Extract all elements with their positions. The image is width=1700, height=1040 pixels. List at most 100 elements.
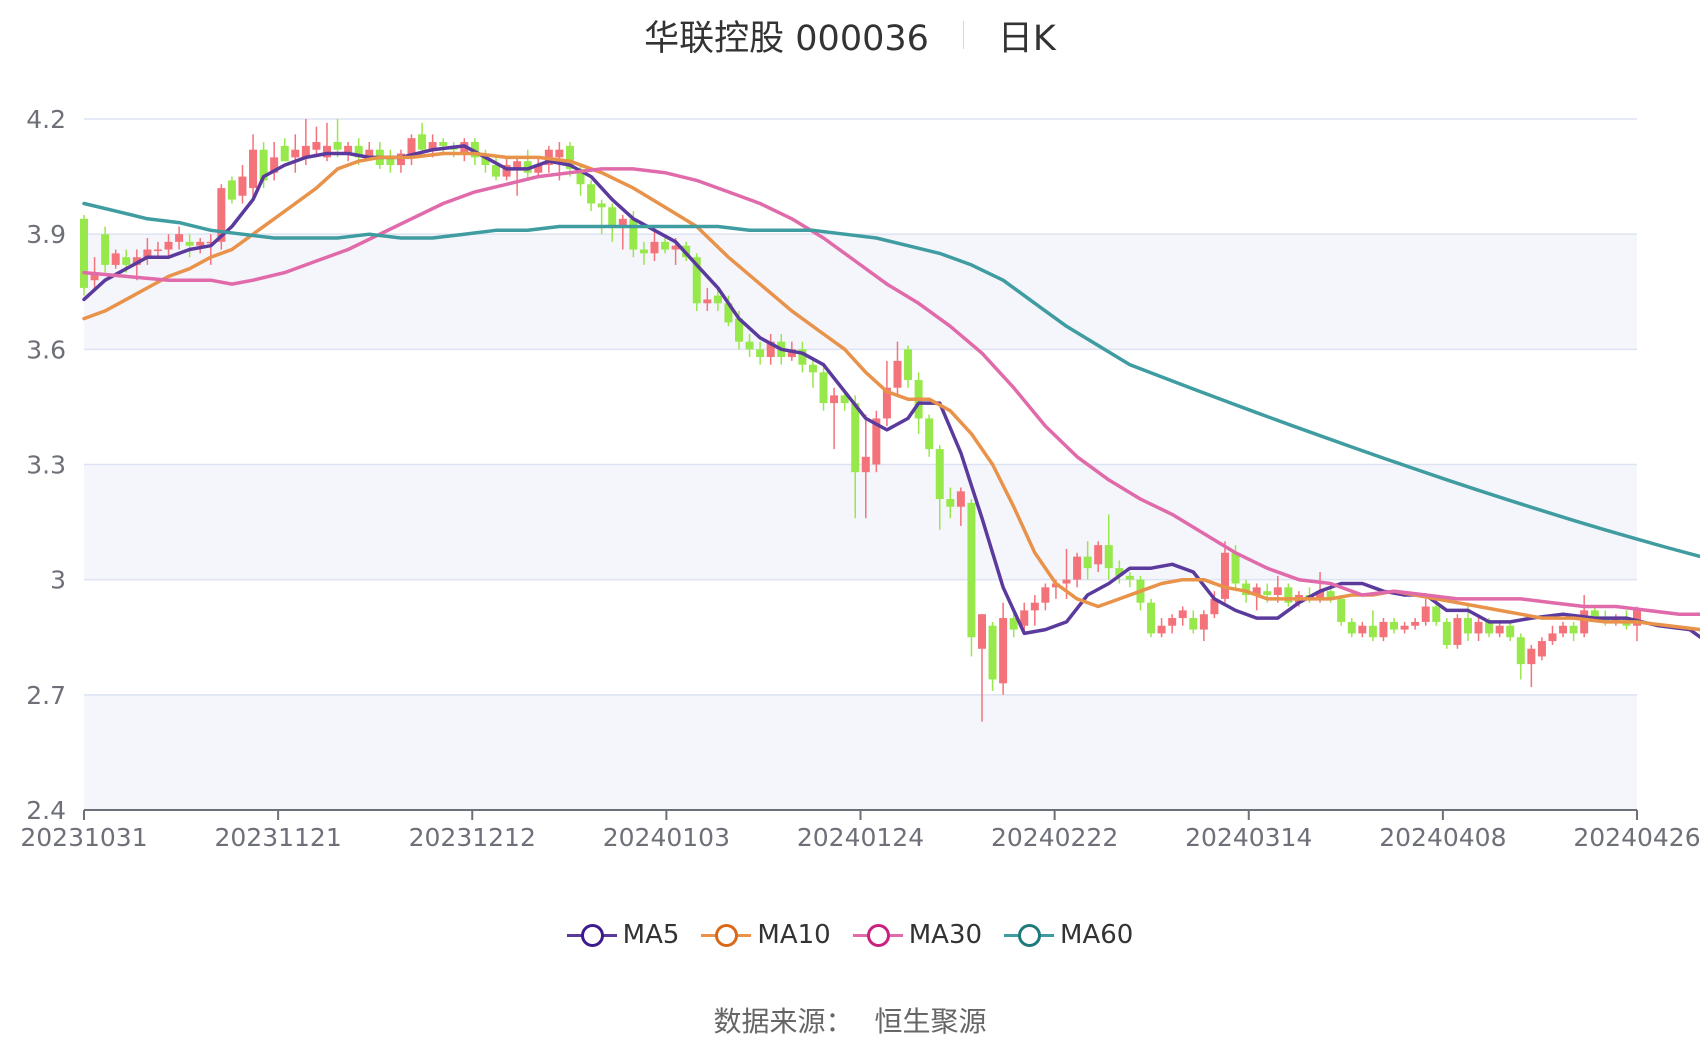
candle bbox=[650, 241, 659, 254]
candle bbox=[1273, 587, 1282, 596]
candle bbox=[111, 253, 120, 265]
candle bbox=[1094, 545, 1103, 565]
x-tick-label: 20240124 bbox=[797, 823, 924, 852]
candle bbox=[851, 403, 860, 473]
candle bbox=[291, 149, 300, 158]
candle bbox=[312, 142, 321, 150]
candle bbox=[861, 456, 870, 473]
candle bbox=[1400, 625, 1409, 630]
candle bbox=[1189, 618, 1198, 630]
candle bbox=[956, 491, 965, 507]
legend-marker-icon bbox=[852, 922, 903, 948]
candle bbox=[1527, 648, 1536, 665]
legend-marker-icon bbox=[566, 922, 617, 948]
candle bbox=[1453, 618, 1462, 645]
candle bbox=[1168, 618, 1177, 626]
candle bbox=[1506, 625, 1515, 638]
legend-dot bbox=[1018, 924, 1042, 947]
candle bbox=[925, 418, 934, 450]
y-tick-label: 3 bbox=[50, 566, 66, 595]
candle bbox=[745, 341, 754, 350]
candle bbox=[639, 249, 648, 254]
grid-bands bbox=[84, 234, 1637, 810]
candle bbox=[555, 149, 564, 158]
y-tick-label: 3.9 bbox=[26, 220, 66, 249]
candle bbox=[1474, 621, 1483, 634]
legend-item-ma60[interactable]: MA60 bbox=[1004, 920, 1133, 950]
x-tick-label: 20240408 bbox=[1379, 823, 1506, 852]
candle bbox=[1147, 602, 1156, 634]
grid-band bbox=[84, 234, 1637, 350]
candle bbox=[1390, 621, 1399, 630]
candle bbox=[122, 257, 131, 265]
legend-dot bbox=[580, 924, 604, 947]
candle bbox=[153, 249, 162, 252]
legend-item-ma5[interactable]: MA5 bbox=[566, 920, 680, 950]
candle bbox=[1516, 637, 1525, 665]
grid-band bbox=[84, 464, 1637, 580]
candle bbox=[756, 349, 765, 358]
candle bbox=[1411, 621, 1420, 626]
data-source: 数据来源： 恒生聚源 bbox=[0, 1000, 1700, 1040]
legend-marker-icon bbox=[1004, 922, 1055, 948]
x-tick-label: 20240222 bbox=[991, 823, 1118, 852]
candle bbox=[1178, 610, 1187, 619]
candle bbox=[1199, 614, 1208, 630]
candle bbox=[1442, 621, 1451, 645]
candle bbox=[629, 218, 638, 250]
candle bbox=[893, 360, 902, 388]
source-value: 恒生聚源 bbox=[874, 1005, 987, 1038]
candle bbox=[492, 165, 501, 177]
x-tick-label: 20240103 bbox=[603, 823, 730, 852]
candle bbox=[967, 502, 976, 638]
x-axis: 20231031 20231121 20231212 20240103 20240124… bbox=[20, 809, 1700, 852]
candle bbox=[1421, 606, 1430, 622]
candle bbox=[418, 134, 427, 150]
candle bbox=[175, 234, 184, 242]
candle bbox=[1559, 625, 1568, 634]
candle bbox=[1041, 587, 1050, 603]
candle bbox=[1463, 618, 1472, 634]
candle bbox=[1125, 575, 1134, 580]
candle bbox=[80, 218, 88, 288]
candle bbox=[999, 618, 1008, 684]
candle bbox=[101, 234, 110, 265]
y-tick-label: 4.2 bbox=[26, 105, 66, 134]
candle bbox=[946, 499, 955, 507]
candle bbox=[830, 395, 839, 404]
candle bbox=[1030, 602, 1039, 611]
candle bbox=[280, 145, 289, 162]
candle bbox=[904, 349, 913, 381]
x-tick-label: 20231212 bbox=[409, 823, 536, 852]
candle bbox=[608, 207, 617, 227]
candles bbox=[80, 119, 1641, 722]
legend-dot bbox=[866, 924, 890, 947]
candle bbox=[1337, 598, 1346, 622]
candle bbox=[1580, 610, 1589, 634]
legend-label: MA60 bbox=[1060, 920, 1134, 950]
candle bbox=[196, 241, 205, 246]
legend-item-ma10[interactable]: MA10 bbox=[701, 920, 831, 950]
x-tick-label: 20231121 bbox=[215, 823, 342, 852]
x-tick-label: 20240426 bbox=[1573, 823, 1700, 852]
legend-label: MA30 bbox=[908, 920, 983, 950]
candle bbox=[1548, 633, 1557, 642]
candle bbox=[164, 241, 173, 250]
candlestick-chart: 2.42.733.33.63.94.2 20231031 20231121 2023… bbox=[20, 105, 1700, 852]
y-axis: 2.4 2.7 3 3.3 3.6 3.9 4.2 bbox=[26, 105, 66, 825]
candle bbox=[1083, 556, 1092, 569]
candle bbox=[819, 372, 828, 404]
candle bbox=[713, 295, 722, 304]
legend-item-ma30[interactable]: MA30 bbox=[852, 920, 983, 950]
candle bbox=[249, 149, 258, 189]
candle bbox=[808, 364, 817, 373]
y-tick-label: 2.4 bbox=[26, 796, 66, 825]
candle bbox=[1231, 552, 1240, 584]
legend-label: MA5 bbox=[622, 920, 680, 950]
legend-marker-icon bbox=[701, 922, 752, 948]
candle bbox=[1263, 591, 1272, 596]
x-tick-label: 20240314 bbox=[1185, 823, 1312, 852]
legend-dot bbox=[715, 924, 739, 947]
candle bbox=[988, 625, 997, 680]
candle bbox=[1073, 556, 1082, 580]
